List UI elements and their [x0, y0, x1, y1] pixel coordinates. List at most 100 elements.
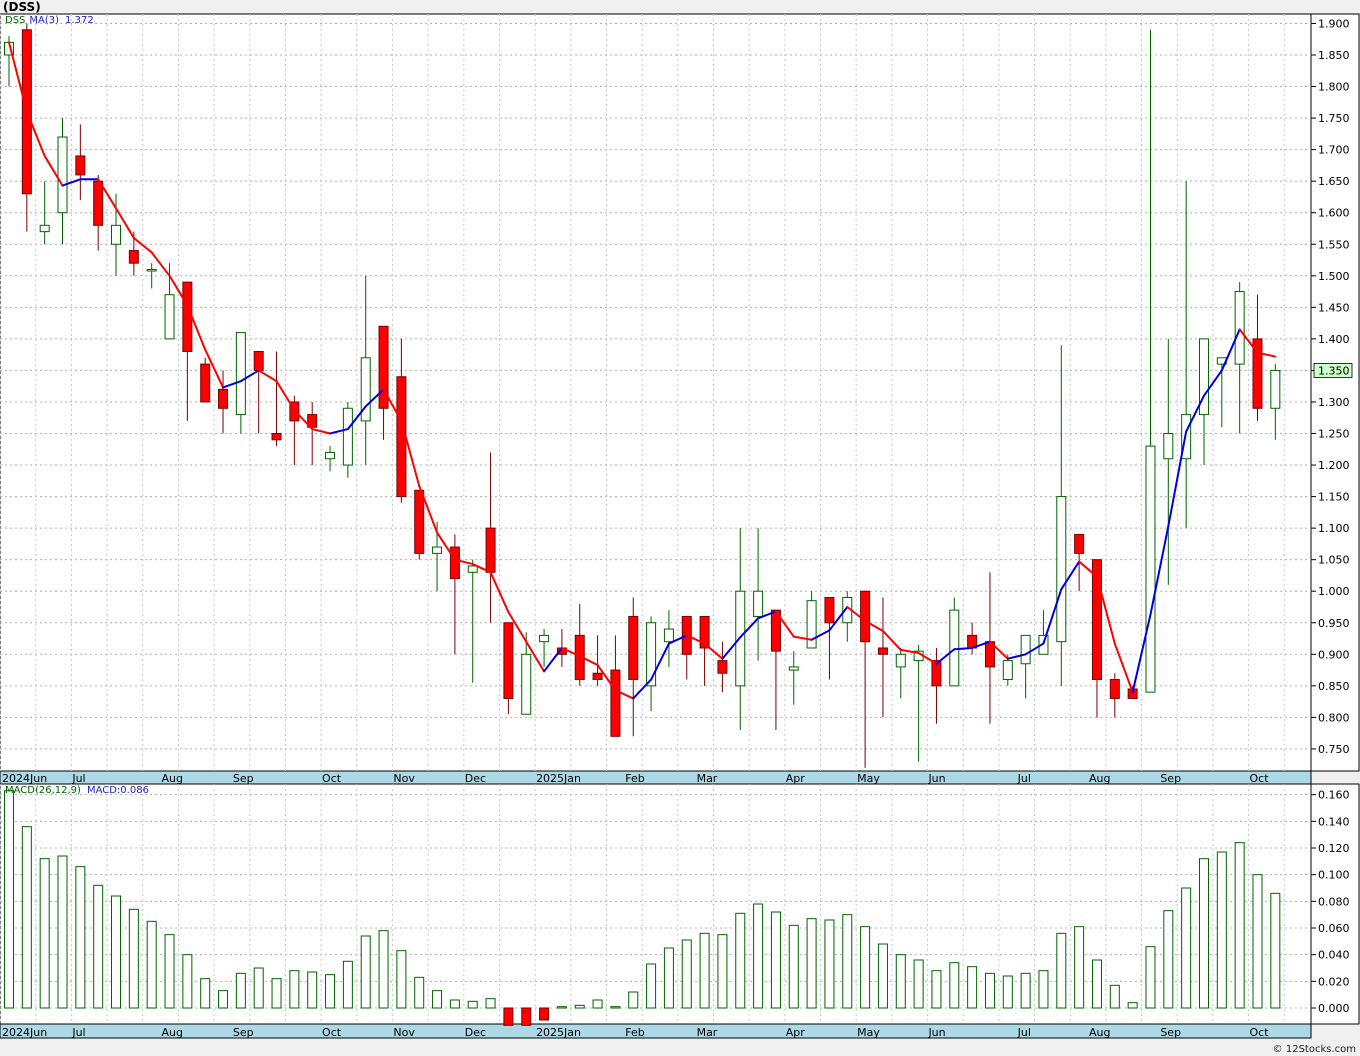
date-label: Dec — [465, 1026, 486, 1039]
macd-bar — [539, 1007, 550, 1021]
date-label: 2024Jun — [2, 1026, 47, 1039]
date-label: Jul — [71, 772, 85, 785]
candle-body — [717, 660, 728, 674]
date-label: Jul — [71, 1026, 85, 1039]
date-label: Sep — [233, 1026, 254, 1039]
macd-tick-label: 0.140 — [1318, 815, 1350, 828]
macd-bar — [128, 908, 139, 1009]
date-label: Sep — [233, 772, 254, 785]
candle-body — [539, 634, 550, 643]
macd-bar — [628, 991, 639, 1009]
macd-bar — [414, 976, 425, 1009]
candle-body — [325, 451, 336, 460]
candle-body — [253, 350, 264, 371]
candle-body — [485, 527, 496, 573]
price-tick-label: 1.050 — [1318, 554, 1350, 567]
macd-bar — [1145, 946, 1156, 1009]
candle-body — [396, 376, 407, 498]
macd-bar — [93, 884, 104, 1009]
macd-bar — [289, 970, 300, 1009]
macd-bar — [485, 998, 496, 1009]
date-label: Mar — [697, 772, 718, 785]
price-tick-label: 1.150 — [1318, 491, 1350, 504]
macd-bar — [717, 934, 728, 1009]
price-tick-label: 1.300 — [1318, 396, 1350, 409]
candle-body — [235, 332, 246, 416]
candle-body — [753, 590, 764, 617]
candle-body — [128, 250, 139, 264]
price-tick-label: 1.000 — [1318, 585, 1350, 598]
candle-body — [146, 268, 157, 272]
macd-bar — [1091, 959, 1102, 1009]
macd-bar — [307, 971, 318, 1009]
candle-body — [663, 628, 674, 643]
price-tick-label: 1.600 — [1318, 207, 1350, 220]
ma-segment — [953, 646, 974, 651]
candle-body — [521, 653, 532, 715]
macd-bar — [646, 963, 657, 1009]
price-tick-label: 1.200 — [1318, 459, 1350, 472]
macd-bar — [735, 912, 746, 1009]
macd-bar — [574, 1004, 585, 1009]
macd-bar — [663, 947, 674, 1009]
candle-body — [610, 669, 621, 737]
price-tick-label: 1.750 — [1318, 112, 1350, 125]
price-legend-ma-label: MA(3) — [29, 15, 60, 26]
candle-body — [1002, 660, 1013, 681]
macd-bar — [984, 972, 995, 1009]
macd-tick-label: 0.020 — [1318, 975, 1350, 988]
macd-bar — [75, 866, 86, 1009]
candle-body — [788, 666, 799, 671]
price-tick-label: 1.250 — [1318, 428, 1350, 441]
candle-body — [806, 600, 817, 649]
date-label: 2025Jan — [536, 772, 581, 785]
date-label: Aug — [1089, 772, 1110, 785]
date-label: Jul — [1017, 1026, 1031, 1039]
candle-body — [1145, 445, 1156, 693]
macd-bar — [1002, 975, 1013, 1009]
price-tick-label: 1.900 — [1318, 17, 1350, 30]
macd-bar — [753, 903, 764, 1009]
date-label: Oct — [1249, 1026, 1269, 1039]
date-label: Apr — [786, 772, 806, 785]
candle-body — [1234, 291, 1245, 365]
macd-bar — [325, 974, 336, 1009]
chart-title: (DSS) — [3, 0, 41, 14]
macd-bar — [396, 950, 407, 1009]
macd-bar — [164, 934, 175, 1009]
candle-body — [1056, 496, 1067, 643]
date-label: Dec — [465, 772, 486, 785]
candle-body — [271, 433, 282, 441]
price-date-strip — [0, 770, 1312, 785]
candle-body — [628, 615, 639, 681]
date-label: Sep — [1160, 772, 1181, 785]
macd-bar — [467, 1000, 478, 1009]
date-label: Sep — [1160, 1026, 1181, 1039]
candle-body — [1163, 433, 1174, 460]
site-credit: © 12Stocks.com — [1272, 1044, 1356, 1055]
macd-bar — [913, 959, 924, 1009]
date-label: Aug — [1089, 1026, 1110, 1039]
macd-legend: MACD(26,12,9) MACD:0.086 — [5, 785, 149, 796]
price-legend-ma-value: 1.372 — [65, 15, 94, 26]
macd-bar — [503, 1007, 514, 1026]
macd-bar — [4, 790, 14, 1009]
macd-date-strip — [0, 1023, 1312, 1039]
macd-bar — [342, 960, 353, 1009]
macd-bar — [1038, 970, 1049, 1009]
date-label: Apr — [786, 1026, 806, 1039]
price-tick-label: 0.800 — [1318, 711, 1350, 724]
date-label: Feb — [625, 1026, 644, 1039]
price-tick-label: 1.800 — [1318, 81, 1350, 94]
macd-bar — [182, 954, 193, 1009]
macd-bar — [1109, 984, 1120, 1009]
macd-tick-label: 0.160 — [1318, 789, 1350, 802]
macd-bar — [1127, 1002, 1138, 1009]
candle-body — [164, 294, 175, 340]
macd-bar — [824, 919, 835, 1009]
macd-tick-label: 0.120 — [1318, 842, 1350, 855]
candle-body — [895, 653, 906, 668]
macd-bar — [21, 826, 32, 1009]
macd-bar — [253, 967, 264, 1009]
macd-bar — [271, 978, 282, 1009]
